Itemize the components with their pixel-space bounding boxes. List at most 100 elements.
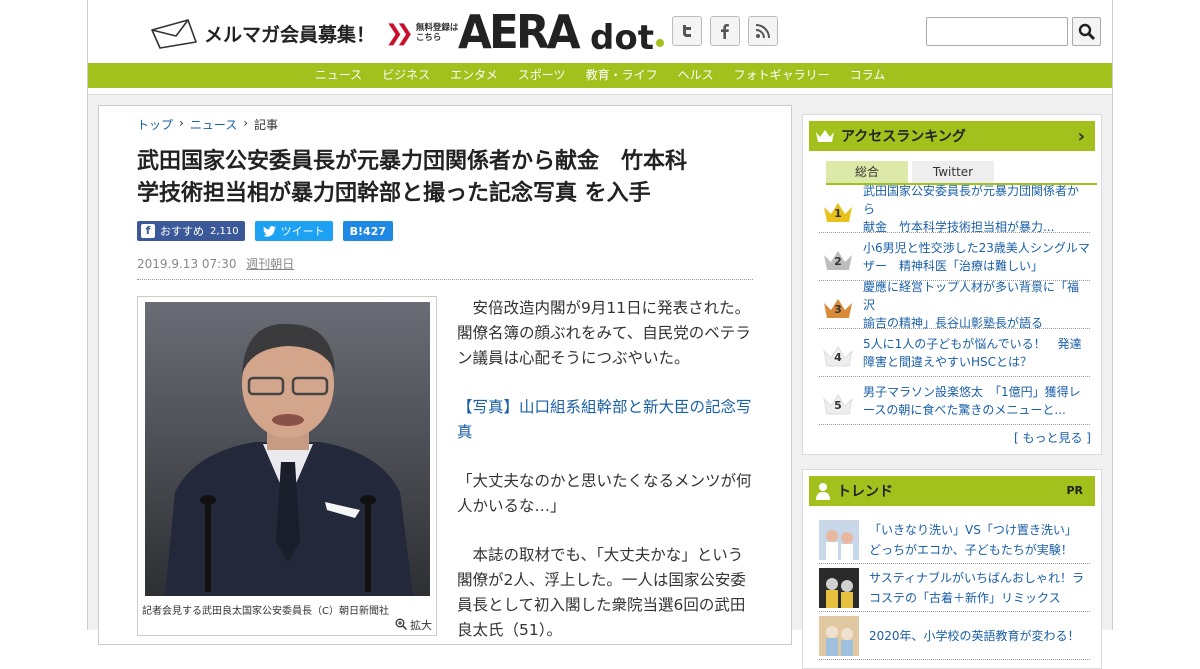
nav-sports[interactable]: スポーツ bbox=[508, 63, 576, 88]
logo-dot-mark bbox=[656, 39, 664, 47]
ranking-item[interactable]: 3 慶應に経営トップ人材が多い背景に「福沢諭吉の精神」長谷山彰塾長が語る bbox=[819, 278, 1090, 332]
share-buttons: f おすすめ 2,110 ツイート B! 427 bbox=[137, 221, 394, 241]
trend-item[interactable]: 2020年、小学校の英語教育が変わる！ bbox=[819, 612, 1090, 660]
ranking-line2: ザー 精神科医「治療は難しい」 bbox=[863, 258, 1044, 273]
trend-item[interactable]: サスティナブルがいちばんおしゃれ！ラ コステの「古着＋新作」リミックス bbox=[819, 564, 1090, 612]
more-link[interactable]: [ もっと見る ] bbox=[809, 429, 1091, 446]
twitter-bird-icon bbox=[262, 225, 276, 237]
rank-number: 3 bbox=[834, 302, 842, 316]
ranking-line2: 障害と間違えやすいHSCとは？ bbox=[863, 354, 1033, 369]
nav-entame[interactable]: エンタメ bbox=[440, 63, 508, 88]
ranking-item[interactable]: 1 武田国家公安委員長が元暴力団関係者から 献金 竹本科学技術担当相が暴力... bbox=[819, 182, 1090, 236]
press-conference-photo bbox=[145, 302, 430, 596]
article-title-line1: 武田国家公安委員長が元暴力団関係者から献金 竹本科 bbox=[137, 149, 688, 174]
ranking-item-text[interactable]: 男子マラソン設楽悠太 「1億円」獲得レ ースの朝に食べた驚きのメニューと... bbox=[863, 383, 1081, 419]
person-icon bbox=[816, 483, 830, 500]
nav-business[interactable]: ビジネス bbox=[372, 63, 440, 88]
rss-icon bbox=[755, 24, 770, 39]
tweet-label: ツイート bbox=[280, 225, 325, 238]
rank-badge: 4 bbox=[819, 333, 857, 373]
trend-header: トレンド PR bbox=[809, 476, 1095, 506]
article-paragraph-3: 本誌の取材でも、「大丈夫かな」という閣僚が2人、浮上した。一人は国家公安委員長と… bbox=[457, 546, 746, 639]
search-button[interactable] bbox=[1072, 17, 1101, 46]
rank-badge: 2 bbox=[819, 237, 857, 277]
article-panel: トップ › ニュース › 記事 武田国家公安委員長が元暴力団関係者から献金 竹本科 … bbox=[98, 105, 792, 645]
article-title: 武田国家公安委員長が元暴力団関係者から献金 竹本科 学技術担当相が暴力団幹部と撮… bbox=[137, 146, 757, 210]
mailmag-banner[interactable]: メルマガ会員募集！ ❯❯ 無料登録は こちら bbox=[148, 16, 458, 50]
breadcrumb-home[interactable]: トップ bbox=[137, 116, 173, 133]
article-paragraph: 安倍改造内閣が9月11日に発表された。閣僚名簿の顔ぶれをみて、自民党のベテラン議… bbox=[457, 296, 757, 371]
ranking-list: 1 武田国家公安委員長が元暴力団関係者から 献金 竹本科学技術担当相が暴力... 2 小… bbox=[819, 182, 1090, 425]
ranking-item[interactable]: 4 5人に1人の子どもが悩んでいる！ 発達 障害と間違えやすいHSCとは？ bbox=[819, 329, 1090, 377]
breadcrumb-section[interactable]: ニュース bbox=[190, 116, 237, 133]
site-logo[interactable]: AERA dot bbox=[458, 7, 664, 57]
trend-item-text[interactable]: 「いきなり洗い」VS「つけ置き洗い」 どっちがエコか、子どもたちが実験！ bbox=[869, 520, 1077, 560]
ranking-item[interactable]: 5 男子マラソン設楽悠太 「1億円」獲得レ ースの朝に食べた驚きのメニューと... bbox=[819, 377, 1090, 425]
nav-news[interactable]: ニュース bbox=[305, 63, 372, 88]
tweet-button[interactable]: ツイート bbox=[254, 221, 333, 241]
zoom-icon bbox=[395, 618, 407, 631]
facebook-button[interactable] bbox=[710, 16, 740, 46]
zoom-button[interactable]: 拡大 bbox=[395, 617, 432, 633]
mailmag-sub-line1: 無料登録は bbox=[415, 23, 459, 33]
ranking-box: アクセスランキング › 総合 Twitter 1 武田国家公安委員長が元暴力団関係… bbox=[802, 114, 1102, 455]
search-input[interactable] bbox=[926, 17, 1068, 46]
trend-item-text[interactable]: サスティナブルがいちばんおしゃれ！ラ コステの「古着＋新作」リミックス bbox=[869, 568, 1084, 608]
nav-education-life[interactable]: 教育・ライフ bbox=[576, 63, 668, 88]
tab-twitter[interactable]: Twitter bbox=[912, 161, 994, 183]
ranking-line2: 諭吉の精神」長谷山彰塾長が語る bbox=[863, 315, 1044, 330]
article-body: 安倍改造内閣が9月11日に発表された。閣僚名簿の顔ぶれをみて、自民党のベテラン議… bbox=[457, 296, 757, 667]
global-nav: ニュース ビジネス エンタメ スポーツ 教育・ライフ ヘルス フォトギャラリー … bbox=[88, 63, 1112, 88]
ranking-item[interactable]: 2 小6男児と性交渉した23歳美人シングルマ ザー 精神科医「治療は難しい」 bbox=[819, 233, 1090, 281]
double-chevron-icon: ❯❯ bbox=[385, 20, 414, 46]
tab-overall[interactable]: 総合 bbox=[826, 161, 908, 183]
hatena-bookmark-button[interactable]: B! 427 bbox=[342, 221, 394, 241]
nav-photo-gallery[interactable]: フォトギャラリー bbox=[724, 63, 840, 88]
ranking-line2: ースの朝に食べた驚きのメニューと... bbox=[863, 402, 1066, 417]
ranking-item-text[interactable]: 5人に1人の子どもが悩んでいる！ 発達 障害と間違えやすいHSCとは？ bbox=[863, 335, 1082, 371]
pr-badge: PR bbox=[1066, 484, 1083, 497]
social-links bbox=[672, 16, 778, 46]
hatena-icon: B! bbox=[349, 224, 364, 238]
article-photo[interactable]: 記者会見する武田良太国家公安委員長（C）朝日新聞社 拡大 bbox=[137, 296, 437, 636]
rank-badge: 3 bbox=[819, 285, 857, 325]
breadcrumb: トップ › ニュース › 記事 bbox=[137, 116, 278, 133]
ranking-item-text[interactable]: 慶應に経営トップ人材が多い背景に「福沢諭吉の精神」長谷山彰塾長が語る bbox=[863, 278, 1090, 332]
logo-dot: dot bbox=[590, 18, 654, 58]
mailmag-sub: 無料登録は こちら bbox=[416, 23, 459, 43]
rss-button[interactable] bbox=[748, 16, 778, 46]
photo-caption: 記者会見する武田良太国家公安委員長（C）朝日新聞社 bbox=[142, 606, 389, 617]
article-paragraph: 本誌の取材でも、「大丈夫かな」という閣僚が2人、浮上した。一人は国家公安委員長と… bbox=[457, 543, 757, 643]
trend-line2: コステの「古着＋新作」リミックス bbox=[869, 590, 1061, 605]
trend-box: トレンド PR 「いきなり洗い」VS「つけ置き洗い」 どっちがエコか、子どもたちが… bbox=[802, 469, 1102, 669]
crown-icon bbox=[816, 130, 834, 142]
ranking-line1: 小6男児と性交渉した23歳美人シングルマ bbox=[863, 240, 1090, 255]
breadcrumb-current: 記事 bbox=[254, 118, 279, 132]
article-photo-link-para: 【写真】山口組系組幹部と新大臣の記念写真 bbox=[457, 395, 757, 445]
facebook-recommend-button[interactable]: f おすすめ 2,110 bbox=[137, 221, 245, 241]
facebook-icon: f bbox=[141, 224, 155, 238]
twitter-button[interactable] bbox=[672, 16, 702, 46]
trend-line1: 2020年、小学校の英語教育が変わる！ bbox=[869, 628, 1080, 643]
ranking-line1: 慶應に経営トップ人材が多い背景に「福沢 bbox=[863, 279, 1080, 312]
article-source[interactable]: 週刊朝日 bbox=[246, 257, 294, 271]
site-header: メルマガ会員募集！ ❯❯ 無料登録は こちら AERA dot bbox=[88, 0, 1112, 63]
chevron-right-icon: › bbox=[179, 116, 184, 130]
ranking-line1: 武田国家公安委員長が元暴力団関係者から bbox=[863, 183, 1080, 216]
trend-item[interactable]: 「いきなり洗い」VS「つけ置き洗い」 どっちがエコか、子どもたちが実験！ bbox=[819, 516, 1090, 564]
article-photo-link[interactable]: 【写真】山口組系組幹部と新大臣の記念写真 bbox=[457, 398, 752, 441]
twitter-icon bbox=[683, 25, 691, 37]
article-date: 2019.9.13 07:30 bbox=[137, 257, 237, 271]
rank-number: 2 bbox=[834, 254, 842, 268]
trend-item-text[interactable]: 2020年、小学校の英語教育が変わる！ bbox=[869, 626, 1080, 646]
nav-health[interactable]: ヘルス bbox=[668, 63, 724, 88]
ranking-item-text[interactable]: 小6男児と性交渉した23歳美人シングルマ ザー 精神科医「治療は難しい」 bbox=[863, 239, 1090, 275]
trend-line1: 「いきなり洗い」VS「つけ置き洗い」 bbox=[869, 522, 1077, 537]
ranking-item-text[interactable]: 武田国家公安委員長が元暴力団関係者から 献金 竹本科学技術担当相が暴力... bbox=[863, 182, 1090, 236]
nav-column[interactable]: コラム bbox=[840, 63, 896, 88]
trend-thumbnail bbox=[819, 567, 859, 608]
chevron-right-icon: › bbox=[243, 116, 249, 130]
ranking-header[interactable]: アクセスランキング › bbox=[809, 121, 1095, 151]
trend-thumbnail bbox=[819, 615, 859, 656]
trend-line1: サスティナブルがいちばんおしゃれ！ラ bbox=[869, 570, 1085, 585]
